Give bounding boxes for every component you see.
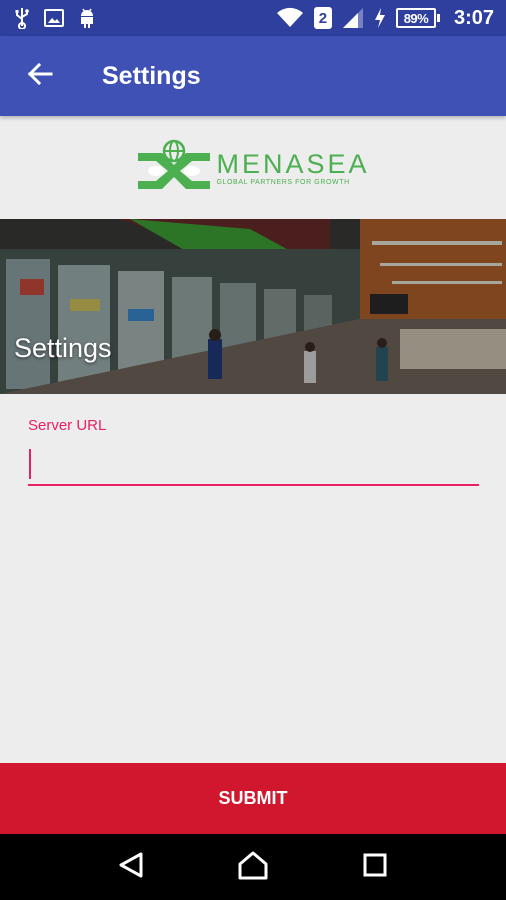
nav-home-button[interactable] bbox=[225, 839, 281, 895]
logo-name: MENASEA bbox=[216, 148, 370, 179]
status-bar: 2 89% 3:07 bbox=[0, 0, 506, 36]
status-notification-icons bbox=[0, 7, 96, 29]
battery-icon: 89% bbox=[395, 8, 440, 28]
home-icon bbox=[237, 850, 269, 885]
page-title: Settings bbox=[102, 61, 201, 90]
logo-tagline: GLOBAL PARTNERS FOR GROWTH bbox=[216, 178, 350, 186]
charging-icon bbox=[374, 7, 386, 29]
back-button[interactable] bbox=[16, 52, 64, 100]
back-triangle-icon bbox=[118, 851, 144, 884]
banner-title: Settings bbox=[14, 333, 112, 363]
recents-icon bbox=[362, 852, 388, 883]
navigation-bar bbox=[0, 834, 506, 900]
image-icon bbox=[44, 9, 64, 27]
battery-percent: 89% bbox=[395, 8, 436, 28]
server-url-label: Server URL bbox=[28, 417, 107, 434]
wifi-icon bbox=[276, 7, 304, 29]
nav-recents-button[interactable] bbox=[347, 839, 403, 895]
supermarket-banner-image bbox=[0, 219, 506, 394]
header-banner: Settings bbox=[0, 219, 506, 394]
status-system-icons: 2 89% 3:07 bbox=[276, 7, 506, 30]
app-bar: Settings bbox=[0, 36, 506, 116]
sim-icon: 2 bbox=[313, 7, 332, 29]
logo-area: MENASEA GLOBAL PARTNERS FOR GROWTH bbox=[0, 116, 506, 219]
company-logo: MENASEA GLOBAL PARTNERS FOR GROWTH bbox=[136, 139, 369, 196]
arrow-left-icon bbox=[27, 62, 53, 91]
usb-icon bbox=[14, 7, 30, 29]
server-url-input[interactable] bbox=[28, 444, 479, 486]
menasea-emblem-icon bbox=[136, 139, 212, 196]
signal-icon bbox=[342, 7, 364, 29]
submit-button[interactable]: SUBMIT bbox=[0, 763, 506, 834]
android-icon bbox=[78, 7, 96, 29]
status-clock: 3:07 bbox=[453, 6, 494, 29]
text-cursor bbox=[29, 449, 31, 479]
nav-back-button[interactable] bbox=[103, 839, 159, 895]
